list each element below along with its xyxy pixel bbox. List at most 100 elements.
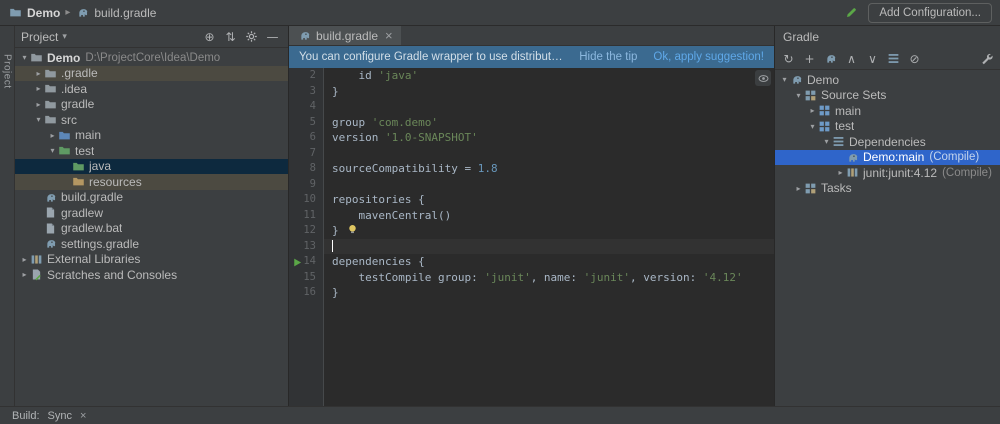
- gradle-item-dependencies[interactable]: ▾ Dependencies: [775, 134, 1000, 150]
- tool-window-project-tab[interactable]: Project: [2, 54, 13, 89]
- collapse-all-icon[interactable]: ∨: [863, 50, 882, 68]
- project-item-settings-gradle[interactable]: settings.gradle: [15, 236, 288, 252]
- code-line-12[interactable]: 12}: [289, 223, 774, 239]
- chevron-right-icon[interactable]: ▸: [19, 255, 30, 264]
- project-item-src[interactable]: ▾ src: [15, 112, 288, 128]
- tool-window-bar: Project: [0, 26, 15, 406]
- code-line-14[interactable]: 14 dependencies {: [289, 254, 774, 270]
- project-item-test[interactable]: ▾ test: [15, 143, 288, 159]
- gradle-item-junit-junit-4-12[interactable]: ▸ junit:junit:4.12 (Compile): [775, 165, 1000, 181]
- project-item-scratches-and-consoles[interactable]: ▸ Scratches and Consoles: [15, 267, 288, 283]
- hide-tip-link[interactable]: Hide the tip: [579, 51, 637, 63]
- line-number: 13: [303, 239, 316, 252]
- gradle-sync-icon[interactable]: [821, 50, 840, 68]
- tree-item-hint: (Compile): [942, 166, 992, 179]
- code-line-16[interactable]: 16}: [289, 285, 774, 301]
- project-item-java[interactable]: java: [15, 158, 288, 174]
- gradle-item-demo-main[interactable]: Demo:main (Compile): [775, 149, 1000, 165]
- code-line-9[interactable]: 9: [289, 177, 774, 193]
- gradle-item-main[interactable]: ▸ main: [775, 103, 1000, 119]
- project-item-main[interactable]: ▸ main: [15, 128, 288, 144]
- add-icon[interactable]: +: [800, 50, 819, 68]
- chevron-right-icon[interactable]: ▸: [33, 69, 44, 78]
- code-text: mavenCentral(): [332, 208, 452, 222]
- project-item-gradlew[interactable]: gradlew: [15, 205, 288, 221]
- project-item-resources[interactable]: resources: [15, 174, 288, 190]
- breadcrumb-file[interactable]: build.gradle: [94, 6, 156, 20]
- intention-bulb-icon[interactable]: [346, 223, 359, 236]
- apply-suggestion-link[interactable]: Ok, apply suggestion!: [653, 51, 764, 63]
- expand-all-icon[interactable]: ∧: [842, 50, 861, 68]
- gradle-item-test[interactable]: ▾ test: [775, 119, 1000, 135]
- code-editor[interactable]: 2 id 'java' 3} 4 5 group 'com.demo' 6 version …: [289, 68, 774, 406]
- project-panel-toolbar: ⊕ ⇅ —: [200, 28, 282, 46]
- project-item-demo[interactable]: ▾ Demo D:\ProjectCore\Idea\Demo: [15, 50, 288, 66]
- tab-build-gradle[interactable]: build.gradle ×: [289, 26, 401, 45]
- chevron-down-icon[interactable]: ▾: [19, 53, 30, 62]
- code-line-4[interactable]: 4: [289, 99, 774, 115]
- code-line-2[interactable]: 2 id 'java': [289, 68, 774, 84]
- gradle-item-demo[interactable]: ▾ Demo: [775, 72, 1000, 88]
- project-item-build-gradle[interactable]: build.gradle: [15, 190, 288, 206]
- wrench-icon[interactable]: [977, 50, 996, 68]
- add-configuration-button[interactable]: Add Configuration...: [868, 2, 992, 23]
- chevron-right-icon[interactable]: ▸: [835, 168, 846, 177]
- close-icon[interactable]: ×: [385, 28, 393, 43]
- folder-resources-icon: [72, 175, 89, 188]
- code-line-7[interactable]: 7: [289, 146, 774, 162]
- code-line-3[interactable]: 3}: [289, 84, 774, 100]
- code-line-6[interactable]: 6 version '1.0-SNAPSHOT': [289, 130, 774, 146]
- folder-source-icon: [58, 129, 75, 142]
- project-panel-title[interactable]: Project: [21, 30, 58, 44]
- project-item-external-libraries[interactable]: ▸ External Libraries: [15, 252, 288, 268]
- chevron-down-icon[interactable]: ▾: [807, 122, 818, 131]
- sync-status[interactable]: Sync: [48, 410, 72, 422]
- inspections-eye-icon[interactable]: [755, 70, 771, 86]
- breadcrumb-project[interactable]: Demo: [27, 6, 60, 20]
- line-number: 8: [309, 162, 316, 174]
- locate-icon[interactable]: ⊕: [200, 28, 219, 46]
- project-item-gradlew-bat[interactable]: gradlew.bat: [15, 221, 288, 237]
- chevron-right-icon[interactable]: ▸: [47, 131, 58, 140]
- code-line-13[interactable]: 13: [289, 238, 774, 254]
- tree-item-label: gradle: [61, 97, 95, 112]
- chevron-down-icon[interactable]: ▾: [33, 115, 44, 124]
- chevron-down-icon[interactable]: ▾: [779, 75, 790, 84]
- tree-item-label: .idea: [61, 81, 88, 96]
- close-icon[interactable]: ×: [80, 410, 86, 422]
- run-icon[interactable]: [291, 256, 303, 268]
- scratches-icon: [30, 268, 47, 281]
- code-text: version '1.0-SNAPSHOT': [332, 131, 478, 144]
- chevron-right-icon[interactable]: ▸: [793, 184, 804, 193]
- scroll-to-source-icon[interactable]: ⇅: [221, 28, 240, 46]
- code-text: }: [324, 223, 774, 239]
- chevron-right-icon[interactable]: ▸: [19, 270, 30, 279]
- chevron-right-icon[interactable]: ▸: [33, 100, 44, 109]
- pencil-icon[interactable]: [844, 6, 858, 20]
- code-line-5[interactable]: 5 group 'com.demo': [289, 115, 774, 131]
- refresh-icon[interactable]: ↻: [779, 50, 798, 68]
- code-line-11[interactable]: 11 mavenCentral(): [289, 208, 774, 224]
- offline-mode-icon[interactable]: ⊘: [905, 50, 924, 68]
- code-line-15[interactable]: 15 testCompile group: 'junit', name: 'ju…: [289, 270, 774, 286]
- project-item-gradle[interactable]: ▸ .gradle: [15, 65, 288, 81]
- code-line-10[interactable]: 10 repositories {: [289, 192, 774, 208]
- dependencies-icon[interactable]: [884, 50, 903, 68]
- chevron-down-icon[interactable]: ▾: [821, 137, 832, 146]
- code-text: id 'java': [332, 69, 419, 82]
- chevron-down-icon[interactable]: ▾: [793, 91, 804, 100]
- chevron-right-icon[interactable]: ▸: [33, 84, 44, 93]
- gradle-item-source-sets[interactable]: ▾ Source Sets: [775, 88, 1000, 104]
- settings-icon[interactable]: [242, 28, 261, 46]
- hide-icon[interactable]: —: [263, 28, 282, 46]
- code-text: repositories {: [332, 193, 425, 206]
- chevron-right-icon[interactable]: ▸: [807, 106, 818, 115]
- code-line-8[interactable]: 8 sourceCompatibility = 1.8: [289, 161, 774, 177]
- chevron-down-icon[interactable]: ▾: [47, 146, 58, 155]
- gradle-item-tasks[interactable]: ▸ Tasks: [775, 181, 1000, 197]
- project-item-gradle[interactable]: ▸ gradle: [15, 97, 288, 113]
- project-item-idea[interactable]: ▸ .idea: [15, 81, 288, 97]
- chevron-down-icon[interactable]: ▾: [62, 31, 67, 42]
- gradle-icon: [44, 191, 61, 204]
- sourceset-icon: [818, 120, 835, 133]
